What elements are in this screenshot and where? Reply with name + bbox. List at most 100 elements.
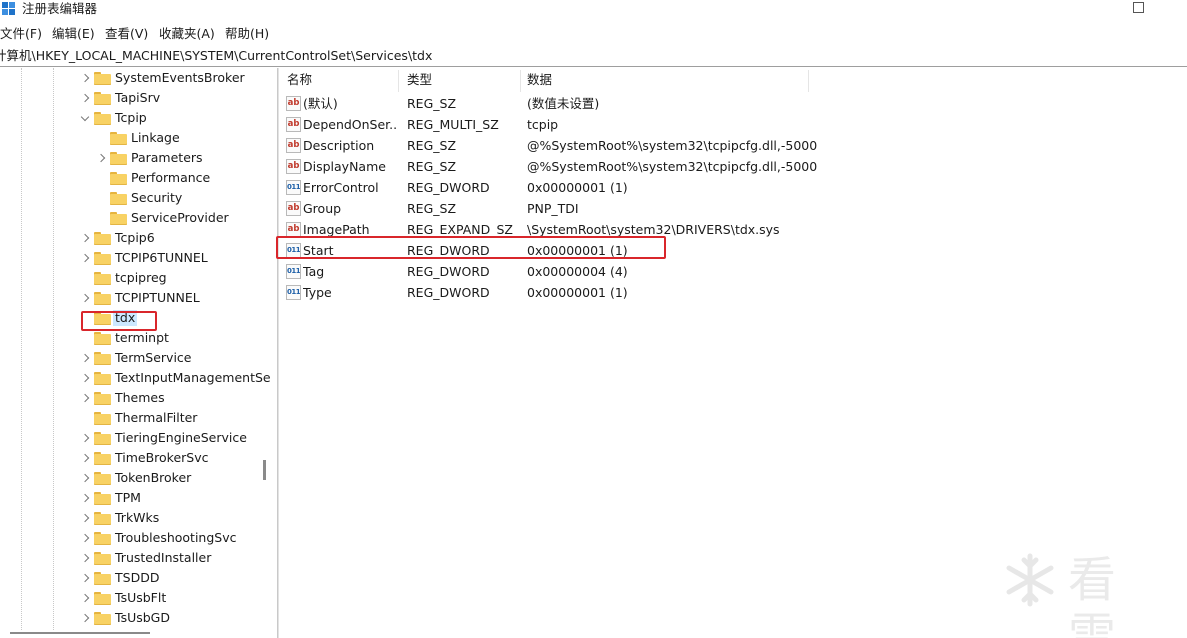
chevron-right-icon[interactable] xyxy=(79,592,91,604)
value-row[interactable]: ab (默认) REG_SZ (数值未设置) xyxy=(280,93,820,114)
annotation-highlight-start xyxy=(276,236,666,259)
watermark-text: 看雪 xyxy=(1068,552,1121,638)
tree-item[interactable]: TSDDD xyxy=(0,568,260,588)
tree-item-label: TapiSrv xyxy=(115,90,161,105)
chevron-right-icon[interactable] xyxy=(79,492,91,504)
tree-item[interactable]: Tcpip xyxy=(0,108,260,128)
menu-help[interactable]: 帮助(H) xyxy=(225,26,269,42)
value-row[interactable]: ab DependOnSer... REG_MULTI_SZ tcpip xyxy=(280,114,820,135)
menu-favorites[interactable]: 收藏夹(A) xyxy=(159,26,215,42)
folder-icon xyxy=(94,232,111,245)
tree-item[interactable]: TapiSrv xyxy=(0,88,260,108)
tree-horizontal-scrollbar[interactable] xyxy=(10,632,150,634)
value-row[interactable]: ab Description REG_SZ @%SystemRoot%\system3… xyxy=(280,135,820,156)
tree-item[interactable]: Security xyxy=(0,188,260,208)
menu-view[interactable]: 查看(V) xyxy=(105,26,148,42)
tree-item[interactable]: Parameters xyxy=(0,148,260,168)
pane-splitter[interactable] xyxy=(277,68,279,638)
tree-vertical-scrollbar[interactable] xyxy=(263,460,266,480)
string-value-icon: ab xyxy=(286,96,301,111)
value-type: REG_SZ xyxy=(407,96,457,111)
tree-item[interactable]: TieringEngineService xyxy=(0,428,260,448)
chevron-right-icon[interactable] xyxy=(79,612,91,624)
folder-icon xyxy=(110,172,127,185)
address-path[interactable]: 计算机\HKEY_LOCAL_MACHINE\SYSTEM\CurrentCon… xyxy=(0,47,432,64)
tree-item[interactable]: ThermalFilter xyxy=(0,408,260,428)
chevron-right-icon[interactable] xyxy=(79,252,91,264)
chevron-right-icon[interactable] xyxy=(95,152,107,164)
column-header-data[interactable]: 数据 xyxy=(527,72,552,88)
tree-item[interactable]: terminpt xyxy=(0,328,260,348)
chevron-right-icon[interactable] xyxy=(79,452,91,464)
folder-icon xyxy=(94,452,111,465)
column-header-type[interactable]: 类型 xyxy=(407,72,432,88)
chevron-right-icon[interactable] xyxy=(79,392,91,404)
folder-icon xyxy=(94,112,111,125)
tree-item[interactable]: TrustedInstaller xyxy=(0,548,260,568)
tree-item[interactable]: TermService xyxy=(0,348,260,368)
chevron-right-icon[interactable] xyxy=(79,532,91,544)
tree-item[interactable]: tcpipreg xyxy=(0,268,260,288)
tree-item[interactable]: TroubleshootingSvc xyxy=(0,528,260,548)
chevron-right-icon[interactable] xyxy=(79,292,91,304)
value-name: DependOnSer... xyxy=(303,117,398,132)
value-row[interactable]: 011 ErrorControl REG_DWORD 0x00000001 (1) xyxy=(280,177,820,198)
value-name: DisplayName xyxy=(303,159,386,174)
column-header-name[interactable]: 名称 xyxy=(287,72,312,88)
menu-file[interactable]: 文件(F) xyxy=(0,26,42,42)
value-type: REG_SZ xyxy=(407,159,457,174)
tree-item-label: Tcpip6 xyxy=(115,230,155,245)
tree-item[interactable]: TCPIP6TUNNEL xyxy=(0,248,260,268)
tree-item[interactable]: TokenBroker xyxy=(0,468,260,488)
tree-item[interactable]: TsUsbFlt xyxy=(0,588,260,608)
address-bar[interactable]: 计算机\HKEY_LOCAL_MACHINE\SYSTEM\CurrentCon… xyxy=(0,45,1187,67)
column-divider[interactable] xyxy=(808,70,809,92)
value-row[interactable]: 011 Type REG_DWORD 0x00000001 (1) xyxy=(280,282,820,303)
value-row[interactable]: 011 Tag REG_DWORD 0x00000004 (4) xyxy=(280,261,820,282)
tree-item[interactable]: Performance xyxy=(0,168,260,188)
tree-item[interactable]: ServiceProvider xyxy=(0,208,260,228)
chevron-right-icon[interactable] xyxy=(79,372,91,384)
tree-item-label: TroubleshootingSvc xyxy=(115,530,237,545)
tree-item[interactable]: Linkage xyxy=(0,128,260,148)
chevron-right-icon[interactable] xyxy=(79,472,91,484)
maximize-button[interactable] xyxy=(1133,2,1144,13)
chevron-right-icon[interactable] xyxy=(79,552,91,564)
tree-item[interactable]: TextInputManagementSe xyxy=(0,368,271,388)
tree-item[interactable]: TrkWks xyxy=(0,508,260,528)
chevron-right-icon[interactable] xyxy=(79,352,91,364)
key-tree: SystemEventsBroker TapiSrv Tcpip Linkage Par… xyxy=(0,68,276,638)
tree-item-label: TermService xyxy=(115,350,192,365)
column-divider[interactable] xyxy=(398,70,399,92)
folder-icon xyxy=(94,412,111,425)
chevron-right-icon[interactable] xyxy=(79,572,91,584)
tree-item[interactable]: Tcpip6 xyxy=(0,228,260,248)
tree-item[interactable]: TsUsbGD xyxy=(0,608,260,628)
chevron-right-icon[interactable] xyxy=(79,512,91,524)
tree-item-label: tcpipreg xyxy=(115,270,167,285)
folder-icon xyxy=(110,192,127,205)
value-row[interactable]: ab DisplayName REG_SZ @%SystemRoot%\system3… xyxy=(280,156,820,177)
title-bar: 注册表编辑器 xyxy=(0,0,1187,20)
tree-item-label: TrkWks xyxy=(115,510,160,525)
folder-icon xyxy=(94,92,111,105)
value-data: 0x00000004 (4) xyxy=(527,264,628,279)
tree-item-label: TSDDD xyxy=(115,570,160,585)
chevron-right-icon[interactable] xyxy=(79,92,91,104)
folder-icon xyxy=(94,572,111,585)
tree-item-label: Linkage xyxy=(131,130,180,145)
chevron-right-icon[interactable] xyxy=(79,72,91,84)
tree-item[interactable]: TimeBrokerSvc xyxy=(0,448,260,468)
column-divider[interactable] xyxy=(520,70,521,92)
tree-item[interactable]: SystemEventsBroker xyxy=(0,68,260,88)
chevron-down-icon[interactable] xyxy=(79,112,91,124)
chevron-right-icon[interactable] xyxy=(79,232,91,244)
tree-item[interactable]: TCPIPTUNNEL xyxy=(0,288,260,308)
tree-item[interactable]: TPM xyxy=(0,488,260,508)
chevron-right-icon[interactable] xyxy=(79,432,91,444)
value-row[interactable]: ab Group REG_SZ PNP_TDI xyxy=(280,198,820,219)
menu-edit[interactable]: 编辑(E) xyxy=(52,26,95,42)
tree-item-label: TrustedInstaller xyxy=(115,550,212,565)
dword-value-icon: 011 xyxy=(286,180,301,195)
tree-item[interactable]: Themes xyxy=(0,388,260,408)
